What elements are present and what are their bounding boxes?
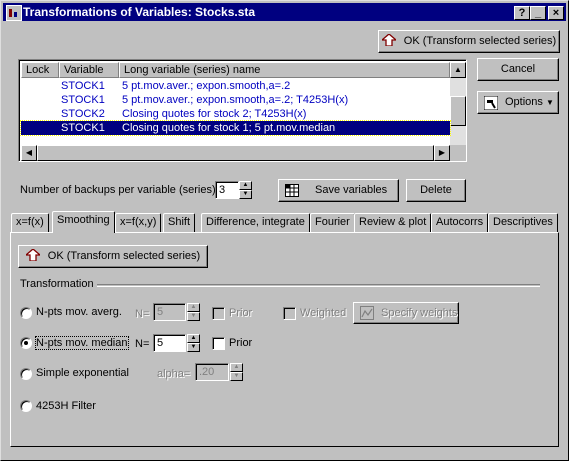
filter-4253h-radio[interactable] [20, 400, 32, 412]
group-divider [97, 284, 540, 287]
row-variable: STOCK2 [61, 108, 105, 120]
simple-exponential-radio[interactable] [20, 368, 32, 380]
row-variable: STOCK1 [61, 94, 105, 106]
backups-input[interactable]: 3 [215, 181, 239, 199]
tab-review-plot[interactable]: Review & plot [354, 213, 432, 232]
spin-down-icon[interactable]: ▼ [187, 343, 200, 352]
scroll-right-button[interactable]: ▶ [434, 145, 450, 161]
prior-median-checkbox[interactable] [212, 337, 225, 350]
app-icon [6, 5, 22, 21]
col-header-variable[interactable]: Variable [59, 62, 119, 78]
horizontal-scrollbar[interactable]: ◀ ▶ [21, 145, 450, 161]
minimize-button[interactable]: _ [530, 6, 546, 20]
close-button[interactable]: × [548, 6, 564, 20]
spin-down-icon[interactable]: ▼ [239, 190, 252, 199]
npts-mov-avg-label: N-pts mov. averg. [36, 306, 122, 318]
horizontal-scroll-thumb[interactable] [37, 145, 434, 161]
help-button[interactable]: ? [514, 6, 530, 20]
n-median-input[interactable]: 5 [153, 334, 186, 352]
simple-exponential-label: Simple exponential [36, 367, 129, 379]
spin-up-icon[interactable]: ▲ [187, 303, 200, 312]
n-median-label: N= [135, 338, 150, 350]
tab-x-fxy[interactable]: x=f(x,y) [115, 213, 162, 232]
save-variables-button[interactable]: Save variables [278, 179, 399, 202]
title-bar[interactable]: Transformations of Variables: Stocks.sta… [3, 3, 566, 21]
tab-shift[interactable]: Shift [163, 213, 196, 232]
alpha-spinner[interactable]: ▲ ▼ [230, 363, 243, 381]
series-list[interactable]: Lock Variable Long variable (series) nam… [18, 59, 467, 162]
row-variable: STOCK1 [61, 80, 105, 92]
tab-fourier[interactable]: Fourier [310, 213, 355, 232]
return-arrow-icon [25, 249, 40, 261]
n-median-spinner[interactable]: ▲ ▼ [187, 334, 200, 352]
ok-transform-button-top[interactable]: OK (Transform selected series) [378, 30, 560, 53]
prior-avg-checkbox[interactable] [212, 307, 225, 320]
specify-weights-label: Specify weights [381, 307, 458, 319]
return-arrow-icon [381, 34, 396, 46]
col-header-name[interactable]: Long variable (series) name [119, 62, 450, 78]
spin-down-icon[interactable]: ▼ [187, 312, 200, 321]
tab-autocorrs[interactable]: Autocorrs [431, 213, 489, 232]
tab-x-fx[interactable]: x=f(x) [11, 213, 49, 232]
cancel-button[interactable]: Cancel [477, 58, 559, 81]
spin-down-icon[interactable]: ▼ [230, 372, 243, 381]
filter-4253h-label: 4253H Filter [36, 400, 96, 412]
backups-spinner[interactable]: ▲ ▼ [239, 181, 252, 199]
row-name: Closing quotes for stock 1; 5 pt.mov.med… [122, 122, 336, 134]
scroll-corner [450, 145, 466, 161]
hammer-icon [484, 96, 498, 110]
list-item[interactable]: STOCK1 5 pt.mov.aver.; expon.smooth,a=.2 [21, 79, 466, 93]
n-avg-input[interactable]: 5 [153, 303, 186, 321]
save-variables-label: Save variables [315, 184, 388, 196]
tab-smoothing[interactable]: Smoothing [52, 211, 115, 233]
ok-transform-label: OK (Transform selected series) [47, 250, 201, 262]
prior-median-label: Prior [229, 337, 253, 349]
col-header-lock[interactable]: Lock [21, 62, 59, 78]
specify-weights-button[interactable]: Specify weights [353, 302, 459, 324]
n-avg-spinner[interactable]: ▲ ▼ [187, 303, 200, 321]
npts-mov-avg-radio[interactable] [20, 307, 32, 319]
row-name: 5 pt.mov.aver.; expon.smooth,a=.2 [122, 80, 291, 92]
list-item[interactable]: STOCK2 Closing quotes for stock 2; T4253… [21, 107, 466, 121]
transformation-group-label: Transformation [20, 278, 94, 290]
options-button[interactable]: Options ▼ [477, 91, 559, 114]
spin-up-icon[interactable]: ▲ [239, 181, 252, 190]
window-title: Transformations of Variables: Stocks.sta [23, 5, 256, 19]
npts-mov-median-radio[interactable] [20, 337, 32, 349]
spin-up-icon[interactable]: ▲ [187, 334, 200, 343]
dropdown-arrow-icon: ▼ [546, 98, 554, 107]
tab-difference-integrate[interactable]: Difference, integrate [201, 213, 310, 232]
scroll-left-button[interactable]: ◀ [21, 145, 37, 161]
backups-label: Number of backups per variable (series): [20, 184, 219, 196]
weights-icon [360, 306, 374, 320]
alpha-label: alpha= [157, 368, 191, 380]
scroll-up-button[interactable]: ▲ [450, 62, 466, 78]
weighted-label: Weighted [300, 307, 347, 319]
n-avg-label: N= [135, 308, 150, 320]
alpha-input[interactable]: .20 [195, 363, 229, 381]
ok-transform-label: OK (Transform selected series) [403, 35, 557, 47]
row-name: 5 pt.mov.aver.; expon.smooth,a=.2; T4253… [122, 94, 349, 106]
ok-transform-button-panel[interactable]: OK (Transform selected series) [18, 245, 208, 268]
options-label: Options [505, 96, 543, 108]
list-item[interactable]: STOCK1 5 pt.mov.aver.; expon.smooth,a=.2… [21, 93, 466, 107]
spreadsheet-icon [285, 184, 299, 197]
weighted-checkbox[interactable] [283, 307, 296, 320]
row-name: Closing quotes for stock 2; T4253H(x) [122, 108, 307, 120]
prior-avg-label: Prior [229, 307, 253, 319]
npts-mov-median-label: N-pts mov. median [35, 336, 129, 350]
tab-descriptives[interactable]: Descriptives [488, 213, 558, 232]
row-variable: STOCK1 [61, 122, 105, 134]
delete-button[interactable]: Delete [406, 179, 466, 202]
spin-up-icon[interactable]: ▲ [230, 363, 243, 372]
list-item-selected[interactable]: STOCK1 Closing quotes for stock 1; 5 pt.… [20, 120, 451, 136]
